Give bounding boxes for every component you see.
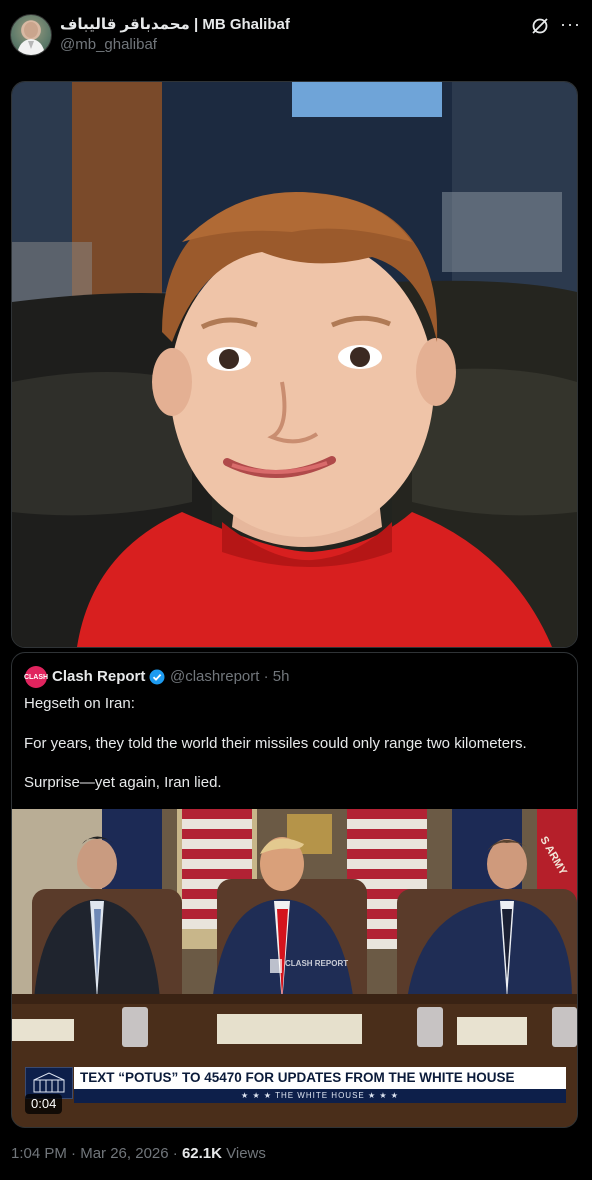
quote-text-line: Hegseth on Iran:: [24, 695, 135, 712]
verified-badge-icon: [149, 669, 165, 685]
clash-report-logo[interactable]: CLASH: [24, 666, 48, 688]
user-handle[interactable]: @mb_ghalibaf: [60, 36, 157, 53]
avatar[interactable]: [10, 14, 52, 56]
meta-separator: ·: [66, 1145, 81, 1162]
views-count[interactable]: 62.1K: [182, 1145, 222, 1162]
video-lower-third: TEXT “POTUS” TO 45470 FOR UPDATES FROM T…: [74, 1067, 566, 1105]
video-player[interactable]: S ARMY CLASH REPORT TEXT “POTUS” TO 4547…: [12, 809, 577, 1127]
grok-icon[interactable]: [530, 16, 550, 36]
quoted-post[interactable]: CLASH Clash Report @clashreport · 5h Heg…: [11, 652, 578, 1128]
video-duration: 0:04: [25, 1094, 63, 1114]
post-meta: 1:04 PM · Mar 26, 2026 · 62.1K Views: [11, 1145, 266, 1162]
post-header: محمدباقر قالیباف | MB Ghalibaf @mb_ghali…: [0, 0, 592, 70]
meta-separator: ·: [168, 1145, 182, 1162]
post-image[interactable]: [11, 81, 578, 648]
banner-sub-text: ★ ★ ★ THE WHITE HOUSE ★ ★ ★: [74, 1089, 566, 1103]
post-time[interactable]: 1:04 PM: [11, 1145, 67, 1162]
banner-main-text: TEXT “POTUS” TO 45470 FOR UPDATES FROM T…: [74, 1067, 566, 1089]
quote-text-line: For years, they told the world their mis…: [24, 735, 527, 752]
more-icon[interactable]: ···: [560, 14, 581, 35]
display-name[interactable]: محمدباقر قالیباف | MB Ghalibaf: [60, 15, 290, 33]
quote-text-line: Surprise—yet again, Iran lied.: [24, 774, 222, 791]
views-label: Views: [221, 1145, 266, 1162]
quoted-author-name[interactable]: Clash Report: [52, 668, 145, 685]
child-photo-illustration: [12, 82, 577, 647]
video-watermark: CLASH REPORT: [285, 959, 349, 968]
quoted-handle-time[interactable]: @clashreport · 5h: [170, 668, 289, 685]
post-date[interactable]: Mar 26, 2026: [80, 1145, 168, 1162]
